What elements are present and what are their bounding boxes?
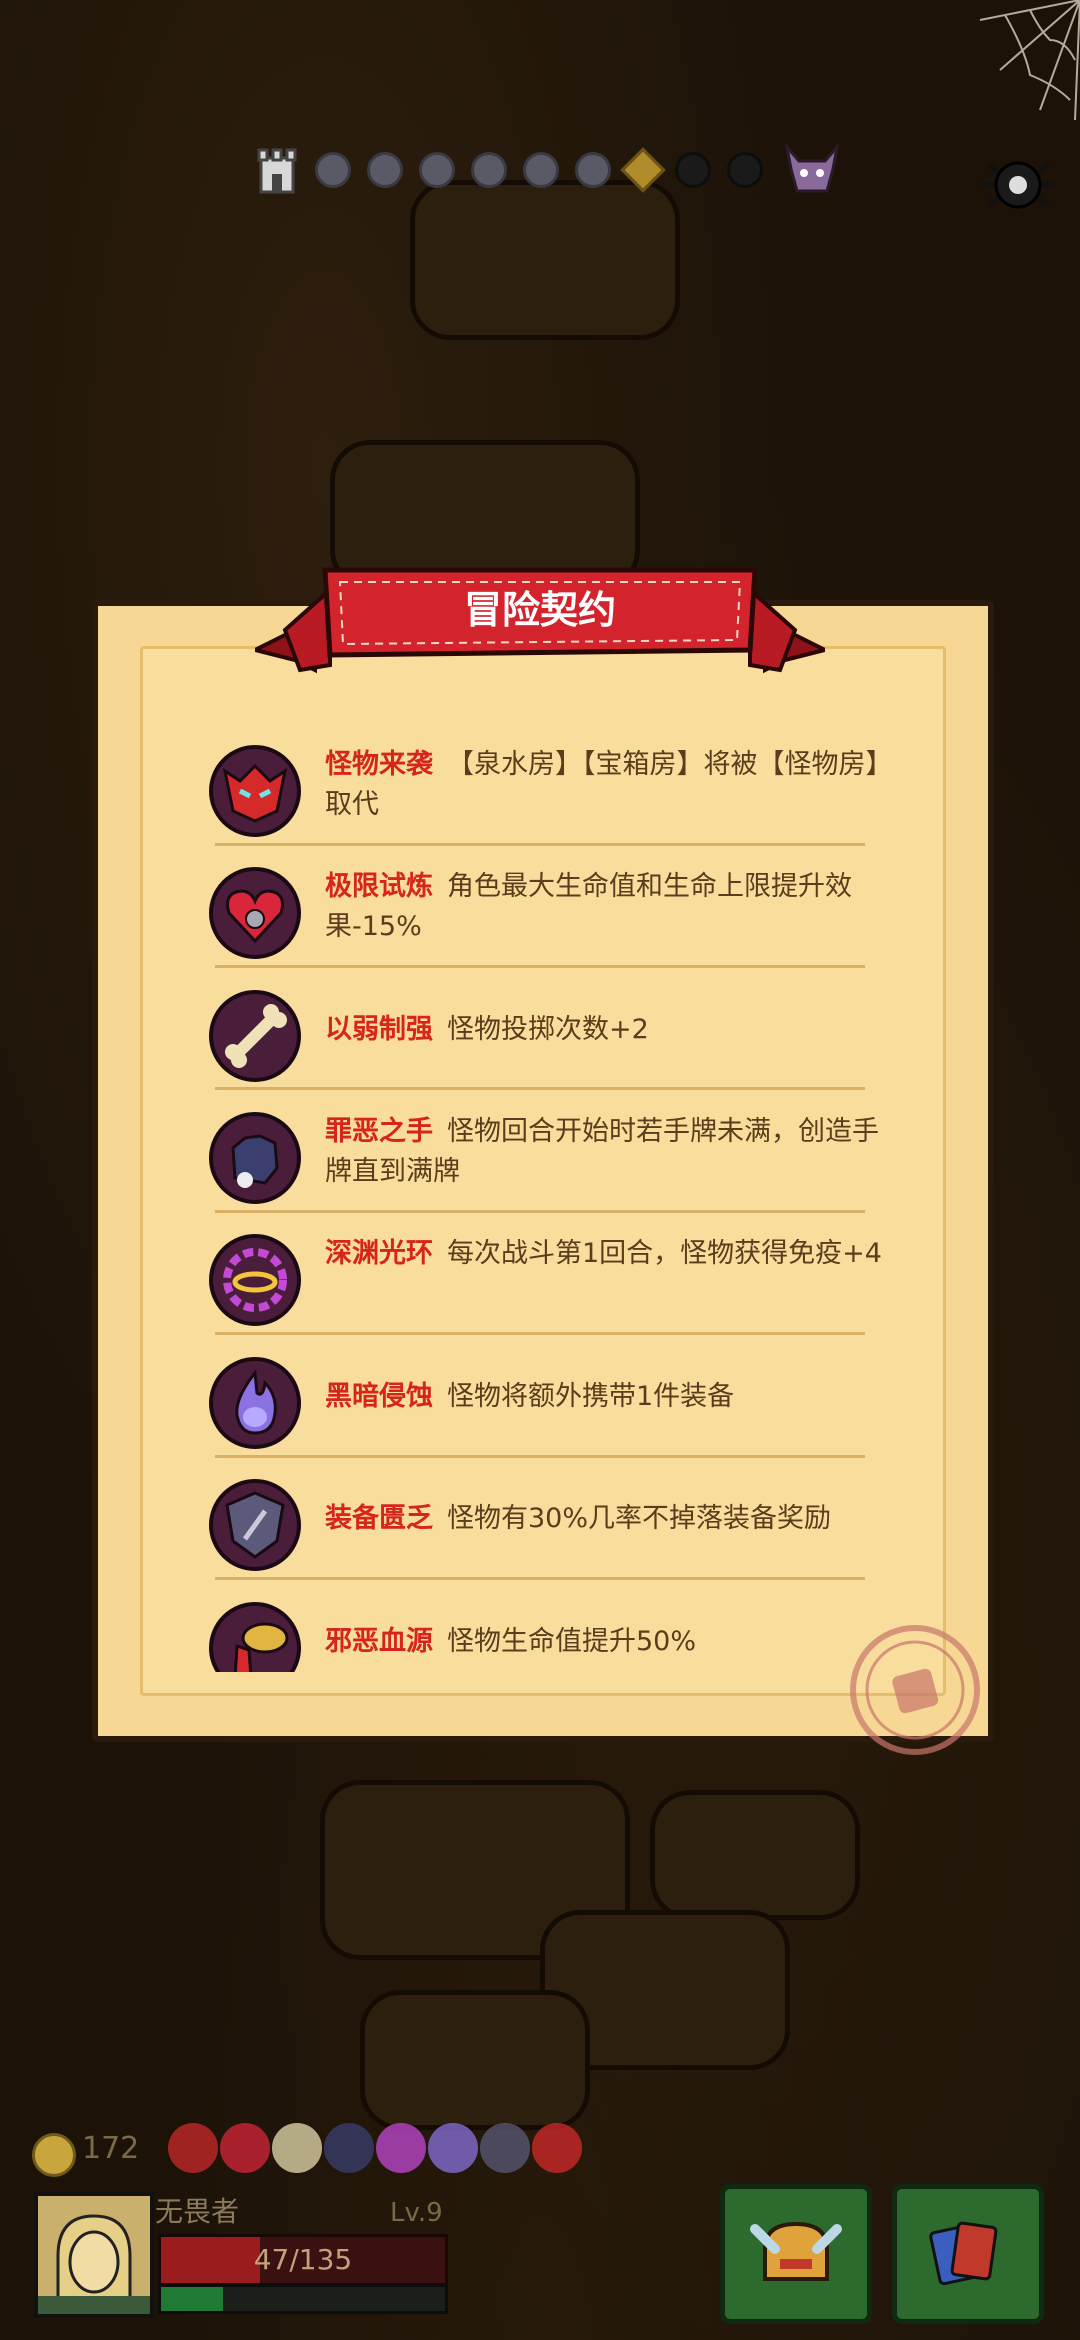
hp-bar: 47/135 xyxy=(158,2234,448,2286)
settings-gear-icon[interactable] xyxy=(978,145,1058,225)
hero-avatar xyxy=(38,2196,150,2316)
current-stage-marker xyxy=(620,147,666,193)
xp-bar xyxy=(158,2284,448,2314)
contract-row-dark-erosion: 黑暗侵蚀 怪物将额外携带1件装备 xyxy=(205,1347,895,1457)
contract-row-evil-blood: 邪恶血源 怪物生命值提升50% xyxy=(205,1592,895,1672)
sword-shield-icon[interactable] xyxy=(480,2123,530,2173)
contract-desc: 怪物生命值提升50% xyxy=(447,1626,697,1657)
contract-name: 以弱制强 xyxy=(325,1014,433,1045)
dark-hand-icon[interactable] xyxy=(324,2123,374,2173)
contract-name: 怪物来袭 xyxy=(325,749,433,780)
spiderweb-decoration xyxy=(979,0,1080,120)
divider xyxy=(215,965,865,968)
banner-title: 冒险契约 xyxy=(463,588,616,632)
contract-desc: 怪物有30%几率不掉落装备奖励 xyxy=(447,1503,832,1534)
demon-face-icon[interactable] xyxy=(168,2123,218,2173)
blood-source-icon xyxy=(209,1602,301,1672)
contract-desc: 怪物将额外携带1件装备 xyxy=(447,1381,735,1412)
locked-heart-icon[interactable] xyxy=(220,2123,270,2173)
halo-icon xyxy=(209,1234,301,1326)
hero-level: Lv.9 xyxy=(390,2198,443,2228)
boss-icon xyxy=(784,141,840,193)
coin-icon xyxy=(32,2133,76,2177)
stage-dot xyxy=(675,152,711,188)
castle-icon xyxy=(257,148,297,194)
contract-name: 装备匮乏 xyxy=(325,1503,433,1534)
dark-hand-icon xyxy=(209,1112,301,1204)
dark-flame-icon xyxy=(209,1357,301,1449)
helmet-icon xyxy=(750,2221,842,2281)
stage-dot xyxy=(727,152,763,188)
deck-button[interactable] xyxy=(892,2184,1044,2324)
divider xyxy=(215,1332,865,1335)
divider xyxy=(215,1087,865,1090)
divider xyxy=(215,1455,865,1458)
contract-row-extreme-trial: 极限试炼 角色最大生命值和生命上限提升效果-15% xyxy=(205,857,895,967)
contract-row-equipment-shortage: 装备匮乏 怪物有30%几率不掉落装备奖励 xyxy=(205,1469,895,1579)
demon-face-icon xyxy=(209,745,301,837)
contract-row-abyss-halo: 深渊光环 每次战斗第1回合，怪物获得免疫+4 xyxy=(205,1224,895,1334)
sword-shield-icon xyxy=(209,1479,301,1571)
stage-progress xyxy=(255,140,845,200)
halo-icon[interactable] xyxy=(376,2123,426,2173)
active-contracts-bar[interactable] xyxy=(168,2123,582,2173)
divider xyxy=(215,843,865,846)
bone-icon xyxy=(209,990,301,1082)
stage-dot xyxy=(315,152,351,188)
contract-name: 深渊光环 xyxy=(325,1238,433,1269)
equipment-button[interactable] xyxy=(720,2184,872,2324)
stage-dot xyxy=(575,152,611,188)
contract-desc: 每次战斗第1回合，怪物获得免疫+4 xyxy=(447,1238,882,1269)
blood-source-icon[interactable] xyxy=(532,2123,582,2173)
contract-row-monster-raid: 怪物来袭 【泉水房】【宝箱房】将被【怪物房】取代 xyxy=(205,735,895,845)
dark-flame-icon[interactable] xyxy=(428,2123,478,2173)
cards-icon xyxy=(929,2221,998,2286)
hp-text: 47/135 xyxy=(253,2243,353,2276)
contract-row-weak-beats-strong: 以弱制强 怪物投掷次数+2 xyxy=(205,980,895,1090)
stage-dot xyxy=(523,152,559,188)
stage-dot xyxy=(471,152,507,188)
stage-dot xyxy=(367,152,403,188)
hero-portrait[interactable] xyxy=(34,2192,154,2318)
coin-count: 172 xyxy=(82,2131,140,2166)
contract-name: 罪恶之手 xyxy=(325,1116,433,1147)
contract-name: 极限试炼 xyxy=(325,871,433,902)
contract-row-sinful-hand: 罪恶之手 怪物回合开始时若手牌未满，创造手牌直到满牌 xyxy=(205,1102,895,1212)
bone-icon[interactable] xyxy=(272,2123,322,2173)
divider xyxy=(215,1577,865,1580)
xp-fill xyxy=(161,2287,224,2311)
contract-desc: 怪物投掷次数+2 xyxy=(447,1014,649,1045)
hero-name: 无畏者 xyxy=(155,2195,240,2228)
stage-dot xyxy=(419,152,455,188)
locked-heart-icon xyxy=(209,867,301,959)
contract-name: 黑暗侵蚀 xyxy=(325,1381,433,1412)
divider xyxy=(215,1210,865,1213)
wax-stamp-decoration xyxy=(850,1625,980,1755)
contract-name: 邪恶血源 xyxy=(325,1626,433,1657)
